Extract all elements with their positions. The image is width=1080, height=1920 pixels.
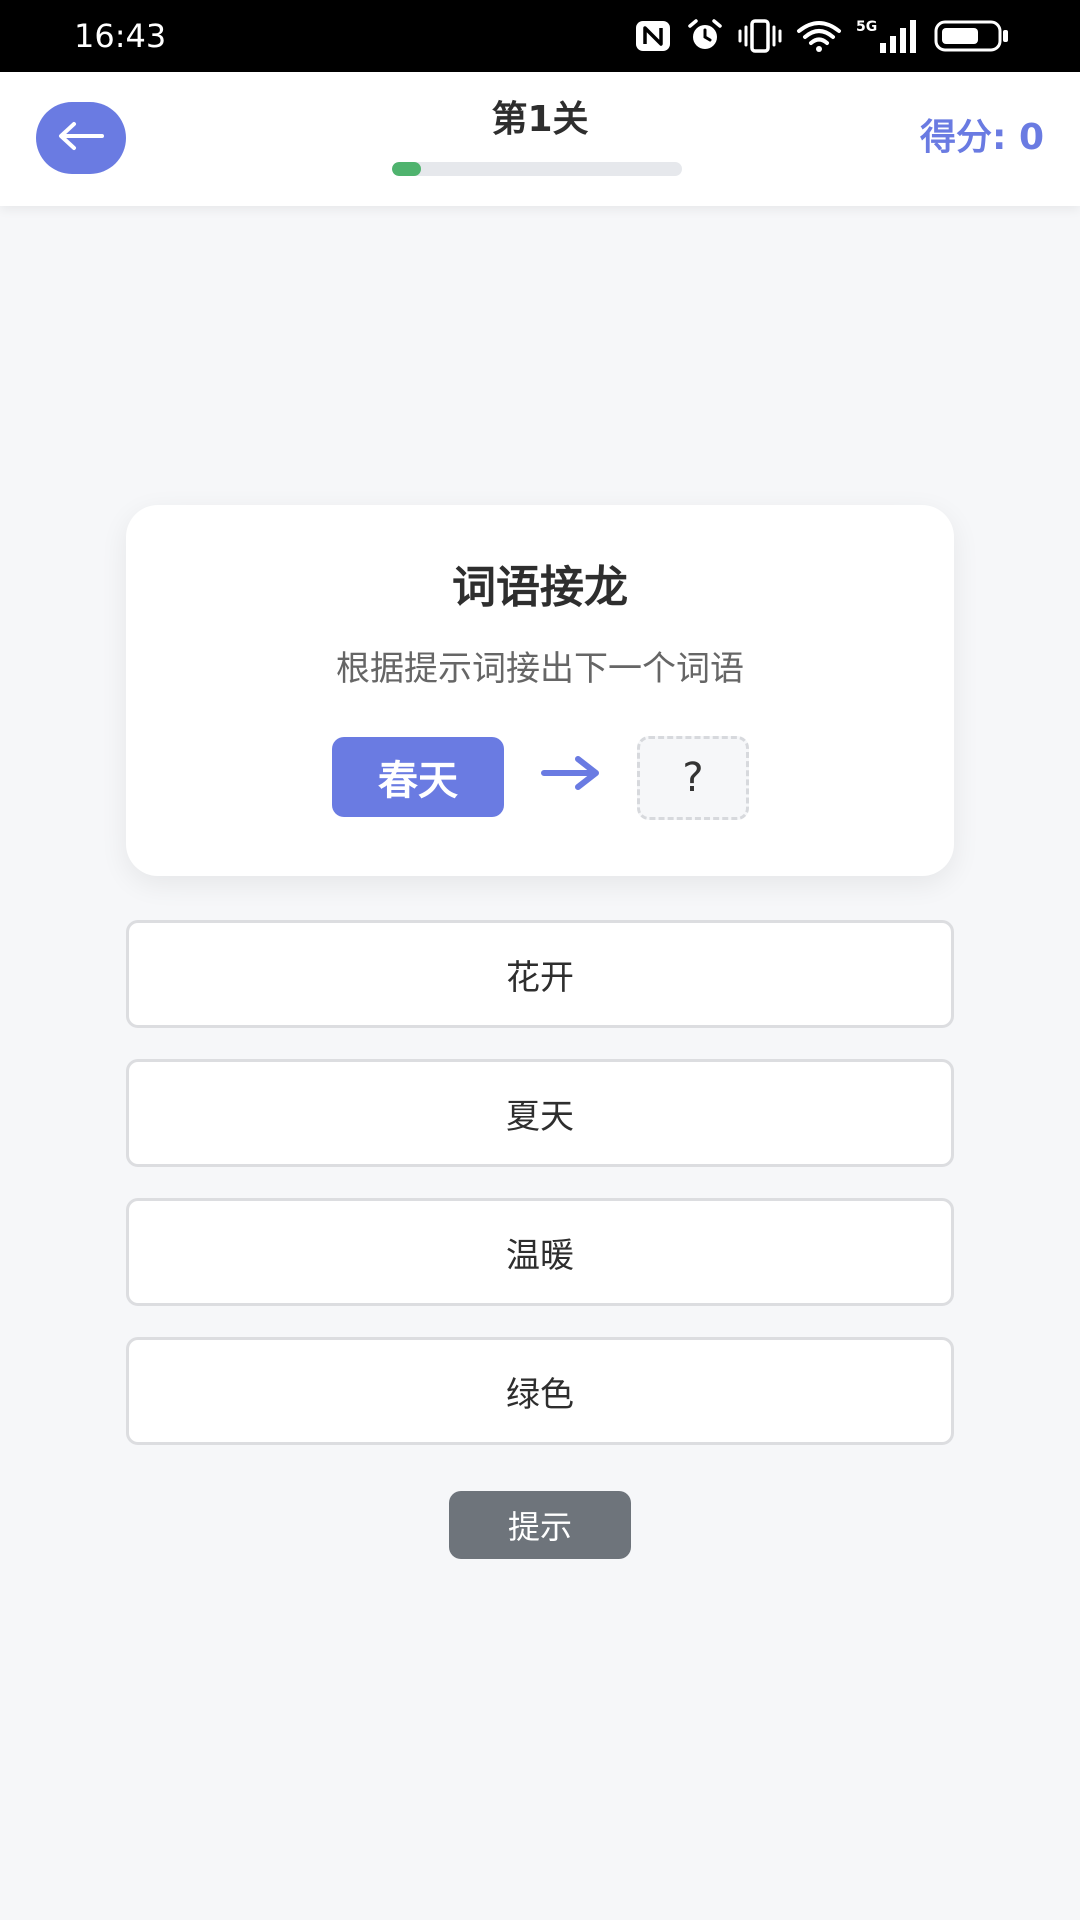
arrow-right-icon	[540, 753, 602, 797]
status-icons: 5G	[634, 16, 1010, 56]
answer-slot: ?	[637, 736, 749, 820]
header: 第1关 得分: 0	[0, 72, 1080, 206]
wifi-icon	[796, 19, 842, 53]
progress-bar	[392, 162, 682, 176]
option-button[interactable]: 夏天	[126, 1059, 954, 1167]
status-bar: 16:43 5G	[0, 0, 1080, 72]
puzzle-title: 词语接龙	[452, 562, 628, 613]
option-button[interactable]: 绿色	[126, 1337, 954, 1445]
level-title: 第1关	[491, 99, 589, 140]
svg-text:5G: 5G	[856, 19, 877, 35]
progress-fill	[392, 162, 421, 176]
vibrate-icon	[738, 19, 782, 53]
option-button[interactable]: 花开	[126, 920, 954, 1028]
option-button[interactable]: 温暖	[126, 1198, 954, 1306]
score-label: 得分: 0	[920, 117, 1044, 158]
status-time: 16:43	[74, 17, 167, 55]
given-word-chip: 春天	[332, 737, 504, 817]
puzzle-instruction: 根据提示词接出下一个词语	[336, 649, 744, 689]
puzzle-card: 词语接龙 根据提示词接出下一个词语 春天 ?	[126, 505, 954, 876]
signal-5g-icon: 5G	[856, 17, 920, 55]
nfc-icon	[634, 19, 672, 53]
battery-icon	[934, 19, 1010, 53]
hint-button[interactable]: 提示	[449, 1491, 631, 1559]
alarm-icon	[686, 19, 724, 53]
